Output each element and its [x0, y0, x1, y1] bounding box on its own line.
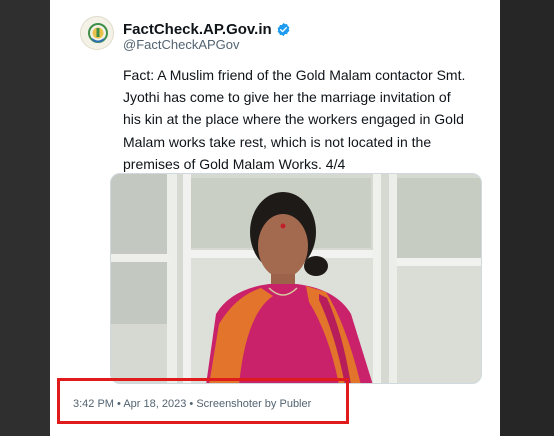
tweet-media-image[interactable]	[110, 173, 482, 384]
author-name-row: FactCheck.AP.Gov.in	[123, 19, 291, 39]
avatar[interactable]	[80, 16, 114, 50]
handle[interactable]: @FactCheckAPGov	[123, 37, 240, 52]
background-right	[500, 0, 554, 436]
tweet-text: Fact: A Muslim friend of the Gold Malam …	[123, 67, 466, 172]
display-name[interactable]: FactCheck.AP.Gov.in	[123, 21, 272, 38]
photo-woman-icon	[111, 174, 481, 383]
red-highlight-box	[57, 378, 349, 424]
background-left	[0, 0, 50, 436]
verified-badge-icon	[277, 22, 290, 36]
